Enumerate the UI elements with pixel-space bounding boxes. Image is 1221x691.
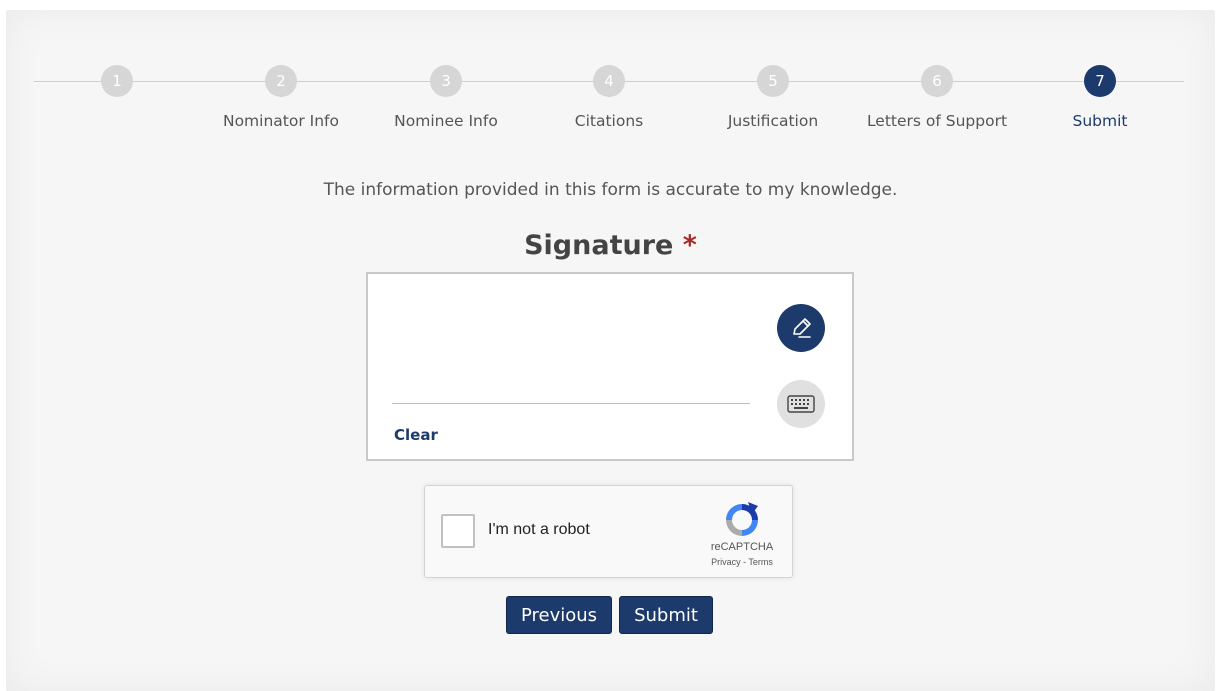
keyboard-icon — [787, 395, 815, 413]
step-number: 2 — [265, 65, 297, 97]
recaptcha-brand: reCAPTCHA — [710, 541, 774, 553]
attestation-text: The information provided in this form is… — [323, 180, 898, 200]
recaptcha-checkbox[interactable] — [441, 514, 475, 548]
step-justification[interactable]: 5 Justification — [698, 65, 848, 130]
step-label: Letters of Support — [866, 112, 1008, 130]
step-label: Submit — [1072, 112, 1128, 130]
recaptcha-privacy-terms-link[interactable]: Privacy - Terms — [687, 557, 797, 567]
submit-button[interactable]: Submit — [619, 596, 713, 634]
step-number: 5 — [757, 65, 789, 97]
step-nominator-info[interactable]: 2 Nominator Info — [206, 65, 356, 130]
recaptcha-widget: I'm not a robot reCAPTCHA Privacy - Term… — [424, 485, 793, 578]
signature-heading: Signature * — [0, 230, 1221, 261]
recaptcha-logo-icon — [726, 502, 758, 536]
pen-icon — [793, 318, 811, 338]
signature-pad[interactable]: Clear — [366, 272, 854, 461]
recaptcha-label: I'm not a robot — [488, 521, 590, 538]
step-letters-of-support[interactable]: 6 Letters of Support — [862, 65, 1012, 130]
signature-title: Signature — [524, 230, 674, 261]
step-submit[interactable]: 7 Submit — [1025, 65, 1175, 130]
signature-baseline — [392, 403, 750, 404]
draw-signature-button[interactable] — [777, 304, 825, 352]
clear-signature-link[interactable]: Clear — [394, 426, 438, 444]
step-number: 3 — [430, 65, 462, 97]
step-1[interactable]: 1 — [42, 65, 192, 112]
step-label: Citations — [574, 112, 644, 130]
step-label: Nominator Info — [222, 112, 339, 130]
type-signature-button[interactable] — [777, 380, 825, 428]
step-number: 7 — [1084, 65, 1116, 97]
previous-button[interactable]: Previous — [506, 596, 612, 634]
step-label: Nominee Info — [394, 112, 498, 130]
required-mark: * — [682, 230, 697, 261]
step-nominee-info[interactable]: 3 Nominee Info — [371, 65, 521, 130]
step-citations[interactable]: 4 Citations — [534, 65, 684, 130]
step-label: Justification — [727, 112, 819, 130]
step-number: 1 — [101, 65, 133, 97]
step-number: 6 — [921, 65, 953, 97]
step-number: 4 — [593, 65, 625, 97]
